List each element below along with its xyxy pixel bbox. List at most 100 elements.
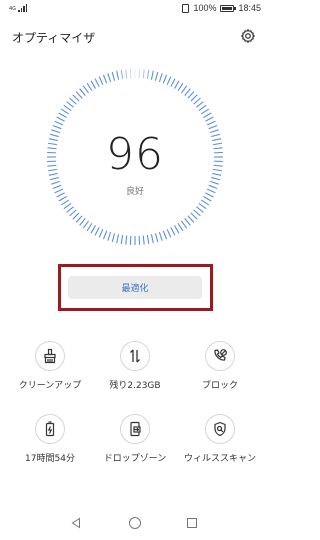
dial-tick	[125, 235, 128, 245]
dial-tick	[90, 80, 96, 89]
dial-tick	[69, 209, 77, 217]
dial-tick	[94, 227, 100, 236]
dial-tick	[102, 74, 108, 84]
dial-tick	[116, 70, 120, 80]
dial-tick	[125, 69, 128, 79]
dial-tick	[79, 88, 86, 96]
dial-tick	[154, 71, 159, 81]
dial-tick	[60, 199, 70, 206]
dial-tick	[177, 222, 184, 232]
dial-tick	[150, 234, 154, 244]
broom-icon	[35, 341, 65, 371]
signal-icon	[18, 4, 28, 12]
dial-tick	[66, 101, 74, 108]
dial-tick	[174, 80, 180, 89]
optimize-button[interactable]: 最適化	[68, 276, 202, 299]
dial-tick	[184, 88, 191, 96]
dial-tick	[82, 85, 90, 94]
dial-tick	[180, 220, 188, 229]
dial-tick	[170, 78, 176, 87]
dial-tick	[86, 82, 93, 92]
dial-tick	[158, 231, 163, 241]
dial-tick	[150, 70, 154, 80]
status-bar: 4G 100% 18:45	[0, 0, 270, 18]
dial-tick	[193, 209, 201, 217]
tool-label: 残り2.23GB	[109, 381, 161, 391]
battery-percent: 100%	[193, 3, 217, 13]
drop-zone-icon	[120, 414, 150, 444]
dial-tick	[205, 116, 214, 122]
tool-battery[interactable]: 17時間54分	[5, 414, 95, 464]
network-type: 4G	[9, 6, 17, 12]
dial-tick	[196, 101, 204, 108]
dial-tick	[107, 73, 112, 83]
dial-tick	[82, 220, 90, 229]
dial-tick	[187, 91, 195, 99]
tool-label: ウィルススキャン	[183, 454, 256, 464]
navigation-bar	[0, 512, 270, 534]
dial-tick	[154, 233, 159, 243]
dial-tick	[198, 104, 207, 112]
tool-label: ドロップゾーン	[103, 454, 167, 464]
dial-tick	[58, 196, 67, 202]
tool-drop-zone[interactable]: ドロップゾーン	[90, 414, 180, 464]
dial-tick	[107, 231, 112, 241]
dial-tick	[120, 69, 124, 80]
virus-scan-icon	[205, 414, 235, 444]
page-title: オプティマイザ	[12, 31, 96, 45]
dial-tick	[177, 82, 184, 92]
dial-tick	[79, 218, 86, 226]
dial-tick	[72, 212, 80, 220]
dial-tick	[200, 199, 210, 206]
dial-tick	[146, 69, 150, 80]
score-label: 良好	[125, 187, 144, 197]
recents-icon[interactable]	[184, 515, 200, 531]
dial-tick	[86, 222, 93, 232]
dial-tick	[72, 94, 80, 102]
data-transfer-icon	[120, 341, 150, 371]
dial-tick	[170, 227, 176, 236]
dial-tick	[142, 69, 145, 79]
tool-virus-scan[interactable]: ウィルススキャン	[175, 414, 265, 464]
dial-tick	[90, 225, 96, 234]
tool-data-usage[interactable]: 残り2.23GB	[90, 341, 180, 391]
dial-tick	[146, 234, 150, 245]
dial-tick	[142, 235, 145, 245]
dial-tick	[203, 112, 212, 118]
dial-tick	[198, 202, 207, 210]
tool-label: ブロック	[201, 381, 238, 391]
dial-tick	[184, 218, 191, 226]
dial-tick	[166, 228, 172, 238]
dial-tick	[180, 85, 188, 94]
dial-tick	[58, 112, 67, 118]
dial-tick	[94, 78, 100, 87]
dial-tick	[98, 76, 104, 86]
clock: 18:45	[238, 3, 261, 13]
vibrate-icon	[182, 3, 190, 13]
dial-tick	[162, 230, 168, 240]
dial-tick	[206, 120, 216, 126]
dial-tick	[116, 234, 120, 244]
battery-icon	[35, 414, 65, 444]
dial-tick	[63, 202, 72, 210]
gear-icon[interactable]	[240, 28, 256, 44]
home-icon[interactable]	[127, 515, 143, 531]
dial-tick	[98, 228, 104, 238]
tool-label: クリーンアップ	[18, 381, 82, 391]
phone-block-icon	[205, 341, 235, 371]
dial-tick	[162, 74, 168, 84]
dial-tick	[196, 206, 204, 213]
dial-tick	[190, 94, 198, 102]
dial-tick	[75, 215, 83, 223]
dial-tick	[60, 108, 70, 115]
tool-block[interactable]: ブロック	[175, 341, 265, 391]
signal-indicator: 4G	[9, 4, 28, 12]
dial-tick	[120, 234, 124, 245]
dial-tick	[166, 76, 172, 86]
dial-tick	[187, 215, 195, 223]
back-icon[interactable]	[68, 515, 84, 531]
dial-tick	[63, 104, 72, 112]
dial-tick	[102, 230, 108, 240]
dial-tick	[174, 225, 180, 234]
tool-cleanup[interactable]: クリーンアップ	[5, 341, 95, 391]
